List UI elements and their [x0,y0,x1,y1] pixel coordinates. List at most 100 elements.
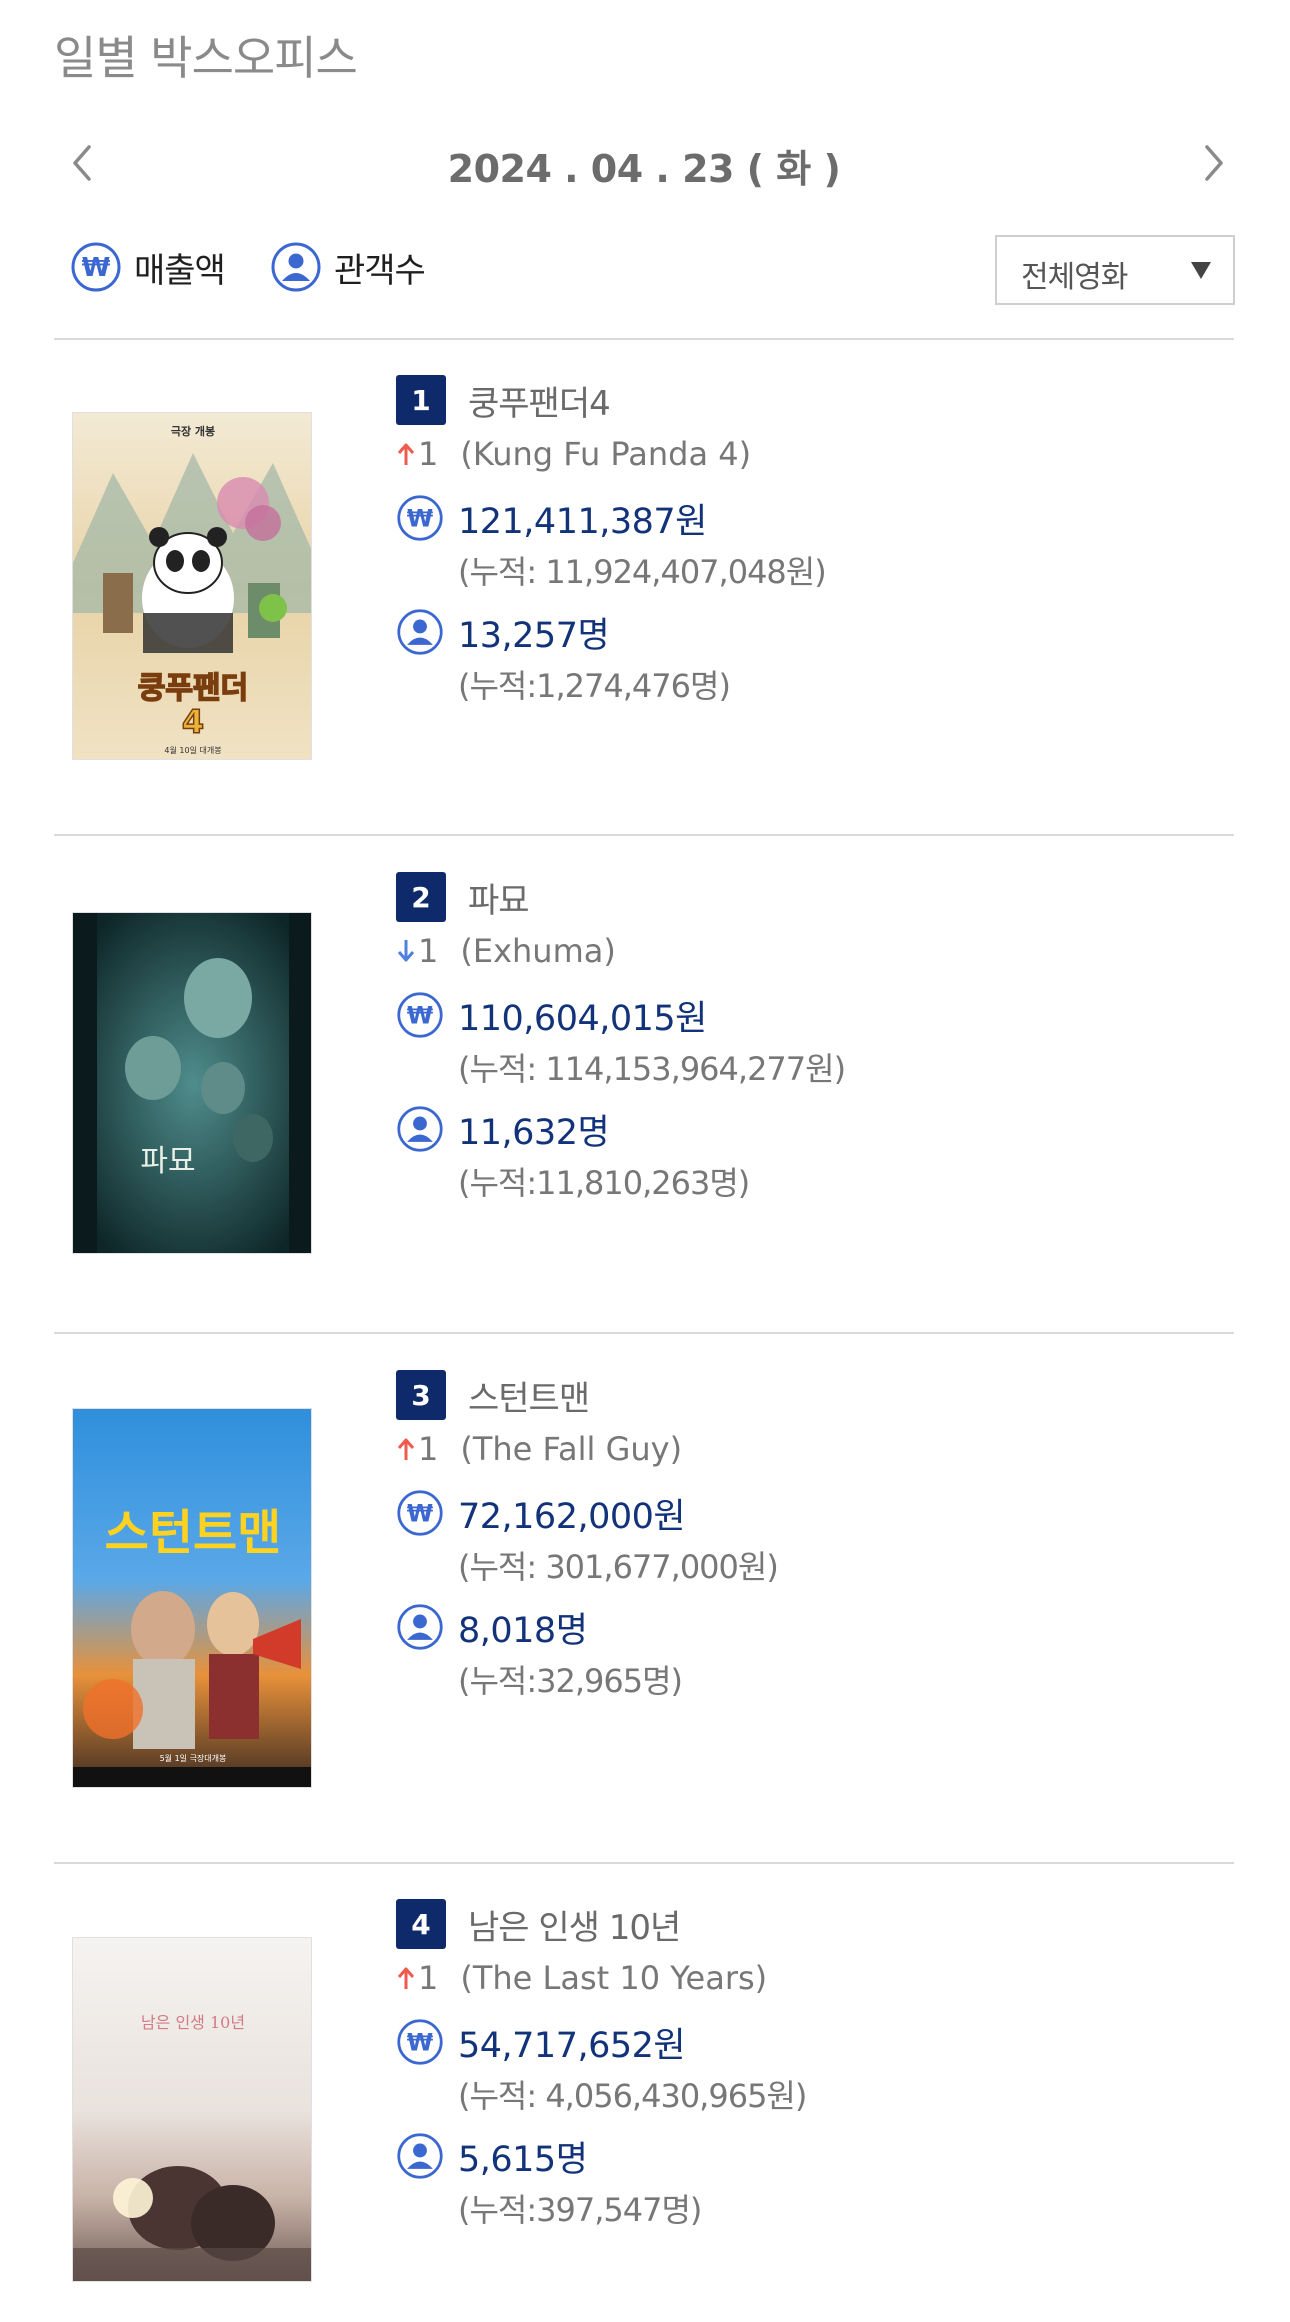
rank-badge: 3 [396,1370,446,1420]
current-date: 2024 . 04 . 23 ( 화 ) [447,147,841,191]
movie-title-kr[interactable]: 남은 인생 10년 [468,1900,681,1949]
daily-audience: 11,632명 [458,1112,610,1153]
cumulative-audience: (누적:11,810,263명) [458,1164,750,1202]
arrow-up-icon [397,443,415,465]
caret-down-icon [1191,262,1211,279]
movie-type-select-value: 전체영화 [1021,260,1128,295]
svg-text:₩: ₩ [407,2028,434,2056]
audience-filter[interactable]: 관객수 [270,241,426,293]
cumulative-audience: (누적:397,547명) [458,2191,702,2229]
won-icon: ₩ [397,2019,443,2065]
poster-main-text: 스턴트맨 [105,1505,282,1561]
won-icon: ₩ [397,495,443,541]
poster-image: 파묘 [73,913,311,1253]
revenue-row: ₩ 110,604,015원 [396,990,707,1040]
rank-change-row: 1 (The Fall Guy) [396,1426,682,1472]
cumulative-revenue: (누적: 11,924,407,048원) [458,553,827,591]
svg-text:₩: ₩ [82,253,111,283]
movie-item[interactable]: 스턴트맨 5월 1일 극장대개봉 3 스턴트맨 1 (The Fall Guy)… [54,1370,1234,1850]
daily-audience: 8,018명 [458,1610,588,1651]
divider [54,338,1234,340]
revenue-row: ₩ 72,162,000원 [396,1488,686,1538]
movie-poster[interactable]: 남은 인생 10년 [72,1937,312,2282]
next-date-button[interactable] [1194,138,1234,188]
cumulative-revenue: (누적: 301,677,000원) [458,1548,779,1586]
cumulative-audience: (누적:32,965명) [458,1662,683,1700]
won-icon: ₩ [71,242,121,292]
divider [54,1332,1234,1334]
audience-row: 13,257명 [396,607,610,657]
movie-title-row: 4 남은 인생 10년 [396,1899,681,1949]
rank-change-value: 1 [418,932,439,970]
daily-boxoffice-page: 일별 박스오피스 2024 . 04 . 23 ( 화 ) ₩ 매출액 관객수 … [0,0,1290,2322]
daily-revenue: 121,411,387원 [458,501,707,542]
movie-item[interactable]: 파묘 2 파묘 1 (Exhuma) ₩ 110,604,015원 (누적: 1… [54,872,1234,1352]
rank-change-value: 1 [418,1430,439,1468]
cumulative-revenue: (누적: 4,056,430,965원) [458,2077,807,2115]
poster-image: 남은 인생 10년 [73,1938,311,2281]
daily-revenue: 110,604,015원 [458,998,707,1039]
poster-image: 극장 개봉 쿵푸팬더 4 4월 10일 대개봉 [73,413,311,759]
movie-title-en: (Kung Fu Panda 4) [460,435,752,473]
rank-change-row: 1 (Kung Fu Panda 4) [396,431,751,477]
audience-filter-label: 관객수 [334,250,426,291]
movie-title-row: 3 스턴트맨 [396,1370,590,1420]
rank-change-value: 1 [418,435,439,473]
audience-row: 11,632명 [396,1104,610,1154]
chevron-right-icon [1205,145,1223,181]
rank-badge: 2 [396,872,446,922]
rank-badge: 1 [396,375,446,425]
poster-main-text: 남은 인생 10년 [141,2013,245,2032]
poster-bottom-text: 5월 1일 극장대개봉 [160,1753,227,1763]
person-icon [397,1106,443,1152]
movie-title-en: (Exhuma) [460,932,616,970]
movie-item[interactable]: 극장 개봉 쿵푸팬더 4 4월 10일 대개봉 1 쿵푸팬더4 1 (Kung … [54,375,1234,855]
poster-top-text: 극장 개봉 [171,424,215,438]
svg-text:₩: ₩ [407,1499,434,1527]
movie-item[interactable]: 남은 인생 10년 4 남은 인생 10년 1 (The Last 10 Yea… [54,1899,1234,2322]
poster-main-text: 파묘 [140,1144,195,1179]
page-title: 일별 박스오피스 [54,31,358,85]
revenue-filter-label: 매출액 [134,250,226,291]
arrow-up-icon [397,1967,415,1989]
cumulative-revenue: (누적: 114,153,964,277원) [458,1050,846,1088]
movie-poster[interactable]: 극장 개봉 쿵푸팬더 4 4월 10일 대개봉 [72,412,312,760]
poster-bottom-text: 4월 10일 대개봉 [164,745,221,755]
rank-badge: 4 [396,1899,446,1949]
daily-audience: 5,615명 [458,2139,588,2180]
daily-revenue: 72,162,000원 [458,1496,686,1537]
filter-bar: ₩ 매출액 관객수 전체영화 [70,235,1235,315]
daily-revenue: 54,717,652원 [458,2025,686,2066]
audience-row: 5,615명 [396,2131,588,2181]
revenue-filter[interactable]: ₩ 매출액 [70,241,226,293]
movie-type-select[interactable]: 전체영화 [995,235,1235,305]
arrow-down-icon [397,940,415,962]
divider [54,1862,1234,1864]
arrow-up-icon [397,1438,415,1460]
revenue-row: ₩ 121,411,387원 [396,493,707,543]
rank-change-row: 1 (The Last 10 Years) [396,1955,767,2001]
poster-number-text: 4 [182,703,204,741]
person-icon [397,609,443,655]
rank-change-value: 1 [418,1959,439,1997]
movie-title-kr[interactable]: 스턴트맨 [468,1371,590,1420]
svg-text:₩: ₩ [407,504,434,532]
rank-change-row: 1 (Exhuma) [396,928,616,974]
movie-poster[interactable]: 파묘 [72,912,312,1254]
revenue-row: ₩ 54,717,652원 [396,2017,686,2067]
won-icon: ₩ [397,992,443,1038]
won-icon: ₩ [397,1490,443,1536]
movie-title-kr[interactable]: 파묘 [468,873,530,922]
movie-title-kr[interactable]: 쿵푸팬더4 [468,376,611,425]
person-icon [397,2133,443,2179]
daily-audience: 13,257명 [458,615,610,656]
movie-title-en: (The Last 10 Years) [460,1959,768,1997]
cumulative-audience: (누적:1,274,476명) [458,667,731,705]
date-navigation: 2024 . 04 . 23 ( 화 ) [54,120,1234,210]
person-icon [397,1604,443,1650]
divider [54,834,1234,836]
movie-poster[interactable]: 스턴트맨 5월 1일 극장대개봉 [72,1408,312,1788]
movie-title-row: 2 파묘 [396,872,530,922]
movie-title-row: 1 쿵푸팬더4 [396,375,611,425]
movie-title-en: (The Fall Guy) [460,1430,683,1468]
